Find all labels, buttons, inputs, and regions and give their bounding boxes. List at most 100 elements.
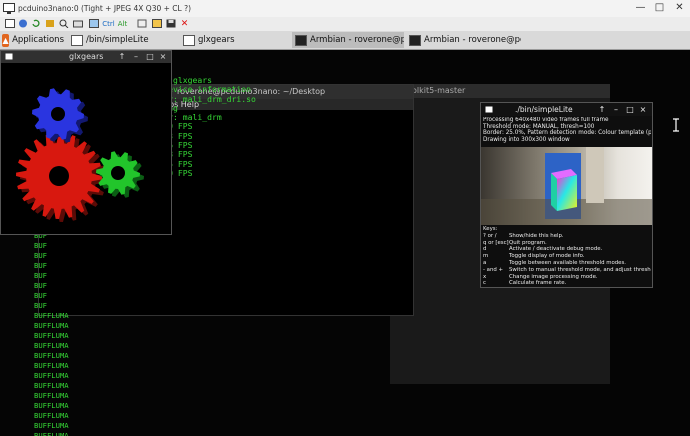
key-help-row: c Calculate frame rate. — [483, 280, 651, 287]
terminal-buf-output: BUFBUFBUFBUFBUFBUFBUFBUFBUFBUFBUFFLUMABU… — [34, 211, 69, 436]
glxgears-window[interactable]: glxgears ↑ – □ × — [0, 50, 172, 235]
background-window-title: olkit5-master — [390, 84, 610, 98]
window-icon — [71, 34, 83, 46]
gears-render — [16, 88, 144, 222]
info-icon[interactable] — [17, 19, 28, 29]
simplelite-info: Processing 640x480 video frames full fra… — [483, 117, 651, 144]
key-description: Toggle between available threshold modes… — [509, 259, 627, 266]
taskbar: ▲ Applications /bin/simpleLite glxgears … — [0, 31, 690, 50]
simplelite-close-button[interactable]: × — [638, 104, 648, 116]
key-name: x — [483, 273, 487, 280]
key-icon[interactable] — [136, 19, 147, 29]
glxgears-maximize-button[interactable]: □ — [145, 51, 155, 63]
task-simplelite[interactable]: /bin/simpleLite — [68, 32, 178, 48]
terminal-buf-line: BUFFLUMA — [34, 431, 69, 436]
door-frame — [586, 147, 604, 203]
info-line: Processing 640x480 video frames full fra… — [483, 117, 609, 123]
key-help-row: a Toggle between available threshold mode… — [483, 260, 651, 267]
key-description: Activate / deactivate debug mode. — [509, 246, 603, 253]
terminal-buf-line: BUFFLUMA — [34, 331, 69, 340]
key-name: q or [esc] — [483, 239, 509, 246]
close-window-button[interactable]: ✕ — [672, 1, 687, 15]
key-help-row: m Toggle display of mode info. — [483, 253, 651, 260]
toggle-icon[interactable] — [44, 19, 55, 29]
vnc-toolbar: Ctrl Alt ✕ — [0, 17, 690, 32]
simplelite-maximize-button[interactable]: □ — [625, 104, 635, 116]
gear-hole — [111, 166, 125, 180]
background-window-title-text: olkit5-master — [412, 86, 466, 95]
augmented-cube — [551, 169, 577, 211]
simplelite-minimize-button[interactable]: – — [611, 104, 621, 116]
key-description: Calculate frame rate. — [509, 280, 567, 287]
refresh-icon[interactable] — [30, 19, 41, 29]
key-help-row: ? or / Show/hide this help. — [483, 233, 651, 240]
terminal-buf-line: BUF — [34, 291, 47, 300]
task-label: /bin/simpleLite — [86, 35, 149, 45]
key-name: c — [483, 280, 486, 287]
applications-label: Applications — [12, 35, 64, 45]
vnc-logo-icon — [3, 3, 15, 14]
terminal-buf-line: BUFFLUMA — [34, 391, 69, 400]
glxgears-minimize-button[interactable]: – — [131, 51, 141, 63]
terminal-buf-line: BUFFLUMA — [34, 401, 69, 410]
alt-key-button[interactable]: Alt — [117, 19, 128, 29]
save-icon[interactable] — [165, 19, 176, 29]
keyboard-icon[interactable] — [72, 19, 83, 29]
ctrl-key-button[interactable]: Ctrl — [102, 19, 115, 29]
key-help-row: d Activate / deactivate debug mode. — [483, 246, 651, 253]
glxgears-title: glxgears — [69, 52, 104, 61]
minimize-button[interactable]: — — [633, 1, 648, 15]
terminal-buf-line: BUFFLUMA — [34, 371, 69, 380]
maximize-button[interactable]: □ — [652, 1, 667, 15]
glxgears-up-button[interactable]: ↑ — [117, 51, 127, 63]
terminal-icon — [295, 34, 307, 46]
simplelite-title: ./bin/simpleLite — [515, 105, 573, 114]
terminal-buf-line: BUFFLUMA — [34, 311, 69, 320]
gear-hole — [51, 107, 65, 121]
task-armbian-terminal-1[interactable]: Armbian - roverone@pc... — [292, 32, 404, 48]
key-description: Switch to manual threshold mode, and adj… — [509, 266, 651, 273]
window-menu-icon[interactable] — [5, 53, 13, 60]
options-icon[interactable] — [4, 19, 15, 29]
terminal-buf-line: BUF — [34, 281, 47, 290]
key-name: m — [483, 253, 489, 260]
terminal-buf-line: BUF — [34, 251, 47, 260]
key-description: Show/hide this help. — [509, 232, 564, 239]
key-name: a — [483, 259, 487, 266]
camera-view — [481, 147, 652, 225]
vnc-title-bar: pcduino3nano:0 (Tight + JPEG 4X Q30 + CL… — [0, 0, 690, 18]
transfer-icon[interactable] — [151, 19, 162, 29]
simplelite-title-bar: ./bin/simpleLite ↑ – □ × — [481, 103, 652, 116]
task-label: Armbian - roverone@pc... — [310, 35, 404, 45]
task-label: Armbian - roverone@pc... — [424, 35, 521, 45]
simplelite-window[interactable]: ./bin/simpleLite ↑ – □ × Processing 640x… — [480, 102, 653, 288]
zoom-icon[interactable] — [58, 19, 69, 29]
info-line: Threshold mode: MANUAL, thresh=100 — [483, 123, 595, 130]
terminal-buf-line: BUFFLUMA — [34, 321, 69, 330]
simplelite-up-button[interactable]: ↑ — [597, 104, 607, 116]
key-help-row: q or [esc]Quit program. — [483, 240, 651, 247]
task-glxgears[interactable]: glxgears — [180, 32, 290, 48]
key-name: d — [483, 246, 487, 253]
window-icon — [183, 34, 195, 46]
terminal-buf-line: BUFFLUMA — [34, 341, 69, 350]
disconnect-icon[interactable]: ✕ — [179, 19, 190, 29]
text-cursor-icon — [673, 118, 679, 132]
terminal-icon — [409, 34, 421, 46]
key-description: Change image processing mode. — [509, 273, 598, 280]
terminal-buf-line: BUF — [34, 261, 47, 270]
terminal-buf-line: BUFFLUMA — [34, 361, 69, 370]
key-name: - and + — [483, 266, 504, 273]
window-menu-icon[interactable] — [485, 106, 493, 113]
image-icon[interactable] — [88, 19, 99, 29]
terminal-buf-line: BUF — [34, 241, 47, 250]
window-title: pcduino3nano:0 (Tight + JPEG 4X Q30 + CL… — [18, 4, 192, 13]
info-line: Drawing into 300x300 window — [483, 137, 570, 144]
gear-hole — [49, 166, 69, 186]
info-line: Border: 25.0%, Pattern detection mode: C… — [483, 130, 651, 137]
glxgears-close-button[interactable]: × — [158, 51, 168, 63]
applications-menu-button[interactable]: ▲ Applications — [2, 32, 64, 48]
key-description: Quit program. — [509, 239, 547, 246]
key-name: ? or / — [483, 232, 497, 239]
task-armbian-terminal-2[interactable]: Armbian - roverone@pc... — [406, 32, 521, 48]
